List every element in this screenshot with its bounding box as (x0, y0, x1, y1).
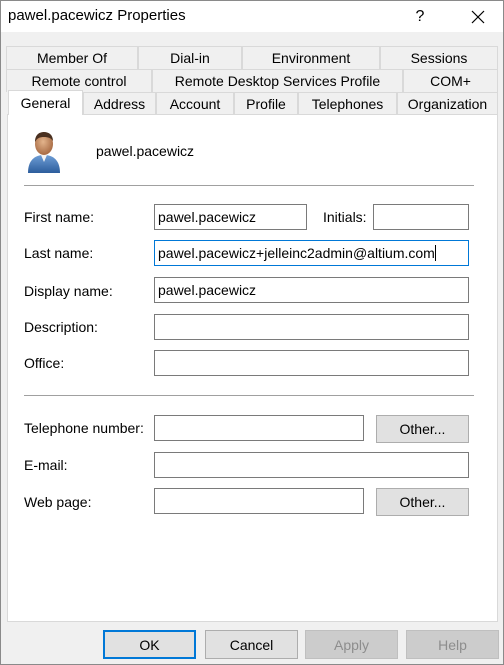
help-title-button[interactable]: ? (397, 1, 443, 32)
display-name-field[interactable]: pawel.pacewicz (154, 277, 469, 303)
close-button[interactable] (455, 1, 501, 32)
properties-dialog: pawel.pacewicz Properties ? Member Of Di… (0, 0, 504, 665)
tab-telephones[interactable]: Telephones (298, 92, 397, 115)
ok-button[interactable]: OK (103, 630, 196, 659)
initials-field[interactable] (373, 204, 469, 230)
tab-rds-profile[interactable]: Remote Desktop Services Profile (152, 69, 403, 92)
tab-general[interactable]: General (8, 90, 83, 115)
tab-remote-control[interactable]: Remote control (6, 69, 152, 92)
tab-address[interactable]: Address (83, 92, 156, 115)
help-button[interactable]: Help (406, 630, 499, 659)
description-label: Description: (24, 319, 98, 335)
user-icon (28, 132, 60, 173)
close-icon (471, 10, 485, 23)
last-name-field[interactable]: pawel.pacewicz+jelleinc2admin@altium.com (154, 240, 469, 266)
tab-organization[interactable]: Organization (397, 92, 498, 115)
last-name-value: pawel.pacewicz+jelleinc2admin@altium.com (158, 245, 435, 261)
cancel-button[interactable]: Cancel (205, 630, 298, 659)
telephone-field[interactable] (154, 415, 364, 441)
general-tab-panel: pawel.pacewicz First name: pawel.pacewic… (7, 114, 498, 622)
display-name-label: Display name: (24, 283, 113, 299)
initials-label: Initials: (323, 209, 367, 225)
telephone-other-button[interactable]: Other... (376, 415, 469, 443)
webpage-field[interactable] (154, 488, 364, 514)
tab-environment[interactable]: Environment (242, 46, 380, 69)
webpage-label: Web page: (24, 494, 92, 510)
email-field[interactable] (154, 452, 469, 478)
first-name-field[interactable]: pawel.pacewicz (154, 204, 307, 230)
window-title: pawel.pacewicz Properties (8, 7, 186, 24)
separator-middle (24, 395, 474, 396)
separator-top (24, 185, 474, 186)
apply-button[interactable]: Apply (305, 630, 398, 659)
tab-account[interactable]: Account (156, 92, 234, 115)
user-name-heading: pawel.pacewicz (96, 143, 195, 159)
tab-sessions[interactable]: Sessions (380, 46, 498, 69)
first-name-label: First name: (24, 209, 95, 225)
office-field[interactable] (154, 350, 469, 376)
tab-member-of[interactable]: Member Of (6, 46, 138, 69)
tab-com-plus[interactable]: COM+ (403, 69, 498, 92)
last-name-label: Last name: (24, 245, 94, 261)
description-field[interactable] (154, 314, 469, 340)
telephone-label: Telephone number: (24, 420, 144, 436)
office-label: Office: (24, 355, 65, 371)
tab-dial-in[interactable]: Dial-in (138, 46, 242, 69)
tab-profile[interactable]: Profile (234, 92, 298, 115)
email-label: E-mail: (24, 457, 68, 473)
text-caret (434, 245, 436, 261)
title-bar[interactable]: pawel.pacewicz Properties ? (1, 1, 503, 32)
webpage-other-button[interactable]: Other... (376, 488, 469, 516)
